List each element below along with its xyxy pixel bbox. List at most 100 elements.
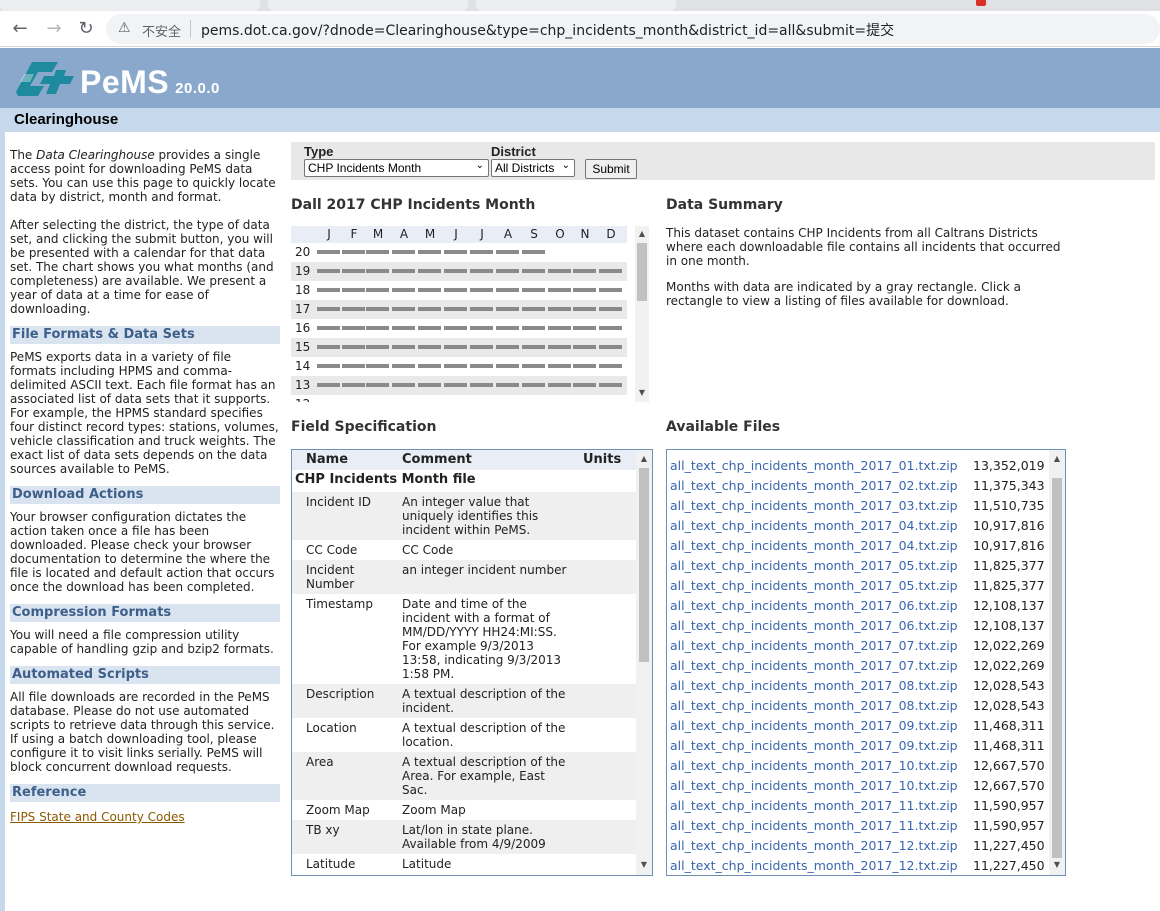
month-data-bar[interactable] (317, 345, 340, 349)
month-data-bar[interactable] (418, 364, 441, 368)
month-data-bar[interactable] (392, 326, 415, 330)
browser-tab[interactable] (0, 0, 260, 11)
warning-triangle-icon[interactable]: ⚠ (118, 20, 131, 36)
month-data-bar[interactable] (496, 383, 519, 387)
scroll-up-icon[interactable]: ▲ (1050, 454, 1064, 464)
month-data-bar[interactable] (522, 326, 545, 330)
month-data-bar[interactable] (392, 307, 415, 311)
month-data-bar[interactable] (392, 345, 415, 349)
file-download-link[interactable]: all_text_chp_incidents_month_2017_11.txt… (670, 798, 958, 813)
month-data-bar[interactable] (392, 383, 415, 387)
scrollbar-thumb[interactable] (637, 243, 647, 301)
pems-brand[interactable]: PeMS 20.0.0 (80, 64, 220, 101)
month-data-bar[interactable] (342, 383, 365, 387)
month-data-bar[interactable] (470, 383, 493, 387)
month-data-bar[interactable] (342, 307, 365, 311)
month-data-bar[interactable] (366, 307, 389, 311)
scroll-up-icon[interactable]: ▲ (635, 229, 649, 239)
month-data-bar[interactable] (470, 364, 493, 368)
month-data-bar[interactable] (418, 250, 441, 254)
calendar-scrollbar[interactable]: ▲ ▼ (635, 226, 649, 402)
month-data-bar[interactable] (342, 250, 365, 254)
month-data-bar[interactable] (548, 364, 571, 368)
month-data-bar[interactable] (366, 288, 389, 292)
back-arrow-icon[interactable]: ← (8, 17, 32, 41)
scroll-down-icon[interactable]: ▼ (637, 860, 651, 870)
month-data-bar[interactable] (444, 269, 467, 273)
file-download-link[interactable]: all_text_chp_incidents_month_2017_01.txt… (670, 458, 958, 473)
month-data-bar[interactable] (444, 326, 467, 330)
month-data-bar[interactable] (342, 364, 365, 368)
month-data-bar[interactable] (342, 326, 365, 330)
month-data-bar[interactable] (548, 345, 571, 349)
month-data-bar[interactable] (342, 345, 365, 349)
file-download-link[interactable]: all_text_chp_incidents_month_2017_03.txt… (670, 498, 958, 513)
month-data-bar[interactable] (573, 288, 596, 292)
month-data-bar[interactable] (548, 307, 571, 311)
file-download-link[interactable]: all_text_chp_incidents_month_2017_04.txt… (670, 518, 958, 533)
month-data-bar[interactable] (573, 326, 596, 330)
type-select[interactable]: CHP Incidents Month ⌄ (304, 159, 489, 177)
month-data-bar[interactable] (599, 307, 622, 311)
month-data-bar[interactable] (573, 383, 596, 387)
month-data-bar[interactable] (522, 250, 545, 254)
month-data-bar[interactable] (444, 307, 467, 311)
month-data-bar[interactable] (599, 288, 622, 292)
month-data-bar[interactable] (470, 250, 493, 254)
month-data-bar[interactable] (317, 288, 340, 292)
file-download-link[interactable]: all_text_chp_incidents_month_2017_04.txt… (670, 538, 958, 553)
month-data-bar[interactable] (470, 269, 493, 273)
month-data-bar[interactable] (317, 326, 340, 330)
scroll-up-icon[interactable]: ▲ (637, 454, 651, 464)
month-data-bar[interactable] (548, 383, 571, 387)
month-data-bar[interactable] (444, 250, 467, 254)
month-data-bar[interactable] (444, 345, 467, 349)
district-select[interactable]: All Districts ⌄ (491, 159, 575, 177)
month-data-bar[interactable] (470, 345, 493, 349)
file-download-link[interactable]: all_text_chp_incidents_month_2017_11.txt… (670, 818, 958, 833)
url-text[interactable]: pems.dot.ca.gov/?dnode=Clearinghouse&typ… (201, 20, 894, 40)
month-data-bar[interactable] (444, 383, 467, 387)
fips-codes-link[interactable]: FIPS State and County Codes (10, 810, 185, 824)
caltrans-logo-icon[interactable] (14, 60, 76, 98)
month-data-bar[interactable] (548, 269, 571, 273)
file-download-link[interactable]: all_text_chp_incidents_month_2017_08.txt… (670, 698, 958, 713)
month-data-bar[interactable] (470, 307, 493, 311)
month-data-bar[interactable] (573, 364, 596, 368)
month-data-bar[interactable] (342, 288, 365, 292)
month-data-bar[interactable] (366, 345, 389, 349)
address-bar[interactable]: ⚠ 不安全 pems.dot.ca.gov/?dnode=Clearinghou… (106, 14, 1160, 44)
file-download-link[interactable]: all_text_chp_incidents_month_2017_05.txt… (670, 558, 958, 573)
month-data-bar[interactable] (470, 288, 493, 292)
reload-icon[interactable]: ↻ (74, 17, 98, 41)
month-data-bar[interactable] (522, 345, 545, 349)
month-data-bar[interactable] (366, 269, 389, 273)
month-data-bar[interactable] (418, 383, 441, 387)
browser-tab[interactable] (268, 0, 468, 11)
fieldspec-scrollbar[interactable]: ▲ ▼ (636, 450, 652, 875)
month-data-bar[interactable] (392, 269, 415, 273)
month-data-bar[interactable] (366, 383, 389, 387)
month-data-bar[interactable] (522, 307, 545, 311)
submit-button[interactable]: Submit (585, 159, 637, 179)
month-data-bar[interactable] (392, 250, 415, 254)
month-data-bar[interactable] (470, 326, 493, 330)
month-data-bar[interactable] (573, 307, 596, 311)
month-data-bar[interactable] (317, 307, 340, 311)
month-data-bar[interactable] (366, 250, 389, 254)
file-download-link[interactable]: all_text_chp_incidents_month_2017_05.txt… (670, 578, 958, 593)
month-data-bar[interactable] (522, 364, 545, 368)
month-data-bar[interactable] (392, 364, 415, 368)
month-data-bar[interactable] (496, 364, 519, 368)
scrollbar-thumb[interactable] (1052, 478, 1062, 858)
file-download-link[interactable]: all_text_chp_incidents_month_2017_07.txt… (670, 658, 958, 673)
file-download-link[interactable]: all_text_chp_incidents_month_2017_10.txt… (670, 758, 958, 773)
month-data-bar[interactable] (418, 269, 441, 273)
month-data-bar[interactable] (496, 326, 519, 330)
file-download-link[interactable]: all_text_chp_incidents_month_2017_10.txt… (670, 778, 958, 793)
month-data-bar[interactable] (522, 269, 545, 273)
month-data-bar[interactable] (599, 345, 622, 349)
month-data-bar[interactable] (418, 326, 441, 330)
month-data-bar[interactable] (599, 364, 622, 368)
file-download-link[interactable]: all_text_chp_incidents_month_2017_09.txt… (670, 738, 958, 753)
